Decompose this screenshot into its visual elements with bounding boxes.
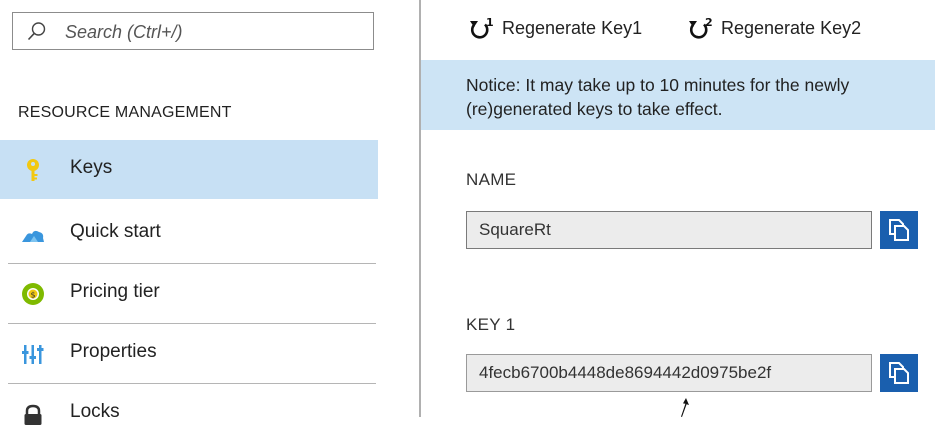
mouse-cursor-icon: [681, 398, 689, 417]
key1-field-label: KEY 1: [466, 315, 516, 334]
search-input[interactable]: Search (Ctrl+/): [65, 22, 183, 43]
notice-text: Notice: It may take up to 10 minutes for…: [466, 75, 850, 119]
sidebar-item-pricing-tier[interactable]: $ Pricing tier: [0, 264, 378, 323]
copy-icon: [889, 219, 909, 241]
key-icon: [27, 159, 39, 181]
pricing-tier-icon: $: [22, 283, 44, 305]
search-box[interactable]: Search (Ctrl+/): [12, 12, 374, 50]
sidebar-item-label: Pricing tier: [70, 281, 160, 302]
regenerate-key2-label: Regenerate Key2: [721, 18, 862, 38]
regenerate-1-icon: 1: [470, 16, 493, 39]
regenerate-key1-button[interactable]: 1 Regenerate Key1: [469, 14, 659, 44]
lock-icon: [24, 404, 42, 425]
notice-banner: Notice: It may take up to 10 minutes for…: [421, 60, 935, 130]
search-icon: [27, 22, 46, 41]
name-field-label: NAME: [466, 170, 517, 189]
sidebar-item-label: Locks: [70, 401, 120, 422]
svg-text:1: 1: [486, 16, 493, 29]
sidebar-item-label: Keys: [70, 157, 113, 178]
svg-text:$: $: [30, 290, 35, 299]
regenerate-key1-label: Regenerate Key1: [502, 18, 643, 38]
sidebar-item-locks[interactable]: Locks: [0, 384, 378, 443]
key1-field[interactable]: [466, 354, 872, 392]
svg-text:2: 2: [705, 16, 712, 29]
resource-menu-sidebar: Search (Ctrl+/) RESOURCE MANAGEMENT Keys…: [0, 0, 378, 425]
copy-key1-button[interactable]: [880, 354, 918, 392]
sidebar-item-properties[interactable]: Properties: [0, 324, 378, 383]
regenerate-2-icon: 2: [689, 16, 712, 39]
sidebar-item-label: Quick start: [70, 221, 161, 242]
sidebar-item-quick-start[interactable]: Quick start: [0, 204, 378, 263]
regenerate-key2-button[interactable]: 2 Regenerate Key2: [688, 14, 888, 44]
sidebar-item-keys[interactable]: Keys: [0, 140, 378, 199]
cloud-icon: [22, 230, 44, 242]
properties-icon: [22, 345, 44, 364]
name-field[interactable]: [466, 211, 872, 249]
copy-name-button[interactable]: [880, 211, 918, 249]
copy-icon: [889, 362, 909, 384]
section-heading-resource-management: RESOURCE MANAGEMENT: [18, 104, 232, 121]
sidebar-item-label: Properties: [70, 341, 157, 362]
